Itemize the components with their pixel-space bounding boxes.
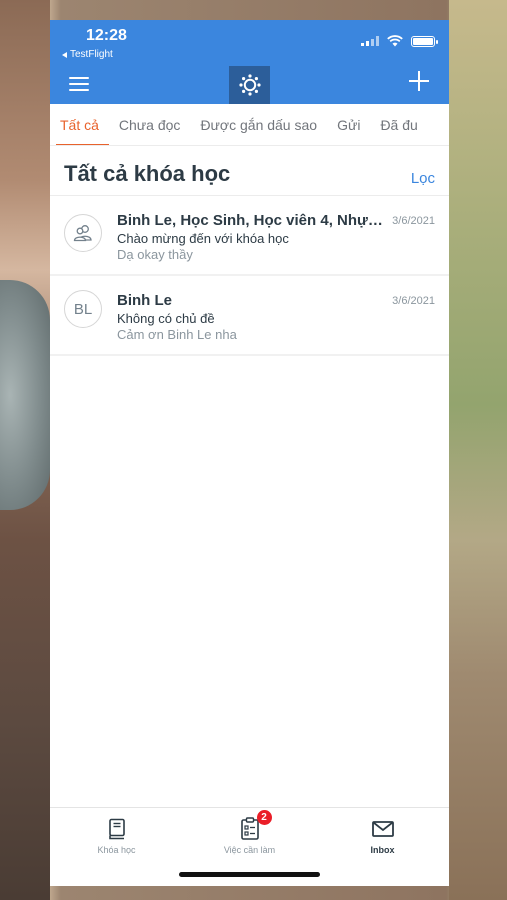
tab-starred[interactable]: Được gắn dấu sao	[190, 104, 327, 145]
book-icon	[105, 817, 129, 841]
nav-courses-label: Khóa học	[97, 845, 136, 855]
phone-screen: 12:28 TestFlight Tất cả Chưa đọc Được gắ…	[50, 20, 449, 886]
conversation-date: 3/6/2021	[392, 295, 435, 307]
filter-button[interactable]: Lọc	[411, 170, 435, 187]
canvas-logo-icon	[229, 66, 270, 104]
cellular-signal-icon	[361, 36, 379, 46]
conversation-preview: Cảm ơn Binh Le nha	[117, 327, 237, 342]
conversation-participants: Binh Le, Học Sinh, Học viên 4, Nhựt Huỳn…	[117, 212, 383, 229]
todo-count-badge: 2	[256, 810, 272, 825]
plus-icon[interactable]	[409, 71, 429, 91]
clipboard-checklist-icon: 2	[238, 810, 272, 841]
back-app-label: TestFlight	[70, 49, 113, 60]
wifi-icon	[387, 35, 403, 47]
back-arrow-icon	[62, 51, 67, 58]
app-header: 12:28 TestFlight	[50, 20, 449, 104]
tab-sent[interactable]: Gửi	[327, 104, 370, 145]
conversation-date: 3/6/2021	[392, 215, 435, 227]
tab-unread[interactable]: Chưa đọc	[109, 104, 191, 145]
conversation-preview: Dạ okay thầy	[117, 247, 193, 262]
envelope-icon	[371, 817, 395, 841]
conversation-subject: Không có chủ đề	[117, 311, 215, 326]
tab-all[interactable]: Tất cả	[50, 104, 109, 145]
battery-icon	[411, 35, 438, 47]
conversation-row[interactable]: BL Binh Le 3/6/2021 Không có chủ đề Cảm …	[50, 276, 449, 356]
background-mug	[0, 280, 50, 510]
page-title: Tất cả khóa học	[64, 161, 231, 186]
nav-inbox[interactable]: Inbox	[316, 808, 449, 868]
conversation-participants: Binh Le	[117, 292, 172, 309]
conversation-row[interactable]: Binh Le, Học Sinh, Học viên 4, Nhựt Huỳn…	[50, 196, 449, 276]
home-indicator	[179, 872, 320, 877]
group-users-icon	[64, 214, 102, 252]
back-to-app-link[interactable]: TestFlight	[62, 49, 113, 60]
nav-todo[interactable]: 2 Việc cần làm	[183, 808, 316, 868]
conversation-subject: Chào mừng đến với khóa học	[117, 231, 289, 246]
nav-inbox-label: Inbox	[370, 845, 395, 855]
nav-courses[interactable]: Khóa học	[50, 808, 183, 868]
inbox-filter-tabs: Tất cả Chưa đọc Được gắn dấu sao Gửi Đã …	[50, 104, 449, 146]
status-time: 12:28	[86, 27, 127, 44]
status-icons	[361, 35, 438, 47]
background-photo-right	[449, 0, 507, 900]
tab-archived[interactable]: Đã đu	[370, 104, 427, 145]
nav-todo-label: Việc cần làm	[223, 845, 276, 855]
hamburger-menu-icon[interactable]	[69, 77, 89, 91]
avatar: BL	[64, 290, 102, 328]
